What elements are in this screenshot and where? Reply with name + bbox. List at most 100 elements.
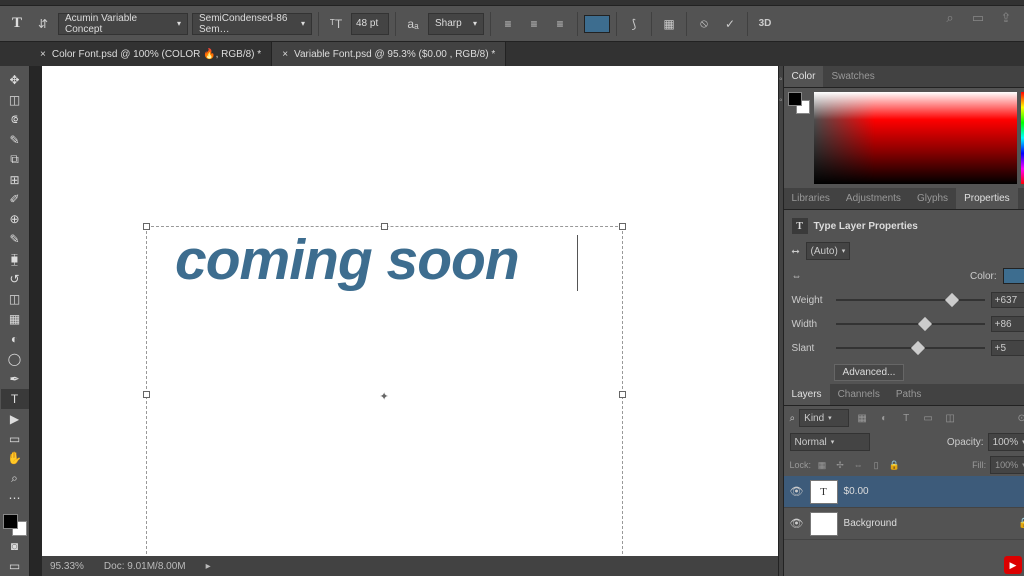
layer-name[interactable]: $0.00 bbox=[844, 486, 869, 497]
advanced-button[interactable]: Advanced... bbox=[834, 364, 905, 381]
commit-button[interactable]: ✓ bbox=[719, 13, 741, 35]
slant-slider[interactable] bbox=[836, 347, 985, 349]
quick-mask-tool[interactable]: ◙ bbox=[1, 536, 29, 556]
tab-glyphs[interactable]: Glyphs bbox=[909, 188, 956, 209]
brush-tool[interactable]: ✎ bbox=[1, 229, 29, 249]
align-center-button[interactable]: ≡ bbox=[523, 13, 545, 35]
filter-smart-icon[interactable]: ◫ bbox=[941, 409, 959, 427]
tab-libraries[interactable]: Libraries bbox=[784, 188, 838, 209]
search-icon[interactable]: ⌕ bbox=[940, 8, 960, 28]
document-tab[interactable]: × Color Font.psd @ 100% (COLOR 🔥, RGB/8)… bbox=[30, 42, 272, 66]
panel-menu-icon[interactable]: ≡ bbox=[1018, 388, 1024, 402]
tab-swatches[interactable]: Swatches bbox=[823, 66, 882, 87]
layer-thumbnail[interactable] bbox=[810, 512, 838, 536]
panel-menu-icon[interactable]: ≡ bbox=[1018, 70, 1024, 84]
zoom-level[interactable]: 95.33% bbox=[50, 561, 84, 572]
blur-tool[interactable]: ◐ bbox=[1, 329, 29, 349]
cancel-button[interactable]: ⦸ bbox=[693, 13, 715, 35]
eyedropper-tool[interactable]: ✐ bbox=[1, 190, 29, 210]
visibility-toggle[interactable]: 👁 bbox=[790, 485, 804, 498]
tab-properties[interactable]: Properties bbox=[956, 188, 1018, 209]
move-tool[interactable]: ✥ bbox=[1, 70, 29, 90]
fill-input[interactable]: 100% bbox=[990, 456, 1024, 474]
lasso-tool[interactable]: ⟃ bbox=[1, 110, 29, 130]
anti-alias-dropdown[interactable]: Sharp bbox=[428, 13, 484, 35]
document-canvas[interactable]: ✦ coming soon bbox=[42, 66, 778, 556]
tab-adjustments[interactable]: Adjustments bbox=[838, 188, 909, 209]
color-picker-field[interactable] bbox=[814, 92, 1017, 184]
hand-tool[interactable]: ✋ bbox=[1, 449, 29, 469]
font-family-dropdown[interactable]: Acumin Variable Concept bbox=[58, 13, 188, 35]
tab-paths[interactable]: Paths bbox=[888, 384, 930, 405]
warp-text-button[interactable]: ⟆ bbox=[623, 13, 645, 35]
crop-tool[interactable]: ⧉ bbox=[1, 150, 29, 170]
three-d-button[interactable]: 3D bbox=[754, 13, 776, 35]
arrange-icon[interactable]: ▭ bbox=[968, 8, 988, 28]
visibility-toggle[interactable]: 👁 bbox=[790, 517, 804, 530]
resize-handle[interactable] bbox=[143, 391, 150, 398]
lock-all-icon[interactable]: ▦ bbox=[815, 458, 829, 472]
tab-layers[interactable]: Layers bbox=[784, 384, 830, 405]
path-select-tool[interactable]: ▶ bbox=[1, 409, 29, 429]
eraser-tool[interactable]: ◫ bbox=[1, 289, 29, 309]
fg-bg-mini-swatch[interactable] bbox=[788, 92, 810, 114]
filter-kind-dropdown[interactable]: Kind bbox=[799, 409, 849, 427]
canvas-text[interactable]: coming soon bbox=[175, 227, 519, 293]
weight-slider[interactable] bbox=[836, 299, 985, 301]
healing-tool[interactable]: ⊕ bbox=[1, 209, 29, 229]
share-icon[interactable]: ⇪ bbox=[996, 8, 1016, 28]
text-color-swatch[interactable] bbox=[584, 15, 610, 33]
filter-adjust-icon[interactable]: ◐ bbox=[875, 409, 893, 427]
clone-tool[interactable]: ⧯ bbox=[1, 249, 29, 269]
type-orientation-button[interactable]: ⇵ bbox=[32, 13, 54, 35]
pen-tool[interactable]: ✒ bbox=[1, 369, 29, 389]
quick-select-tool[interactable]: ✎ bbox=[1, 130, 29, 150]
layer-row[interactable]: 👁 T $0.00 bbox=[784, 476, 1024, 508]
lock-icon[interactable]: 🔒 bbox=[887, 458, 901, 472]
shape-tool[interactable]: ▭ bbox=[1, 429, 29, 449]
leading-dropdown[interactable]: (Auto) bbox=[806, 242, 851, 260]
blend-mode-dropdown[interactable]: Normal bbox=[790, 433, 870, 451]
tab-color[interactable]: Color bbox=[784, 66, 824, 87]
filter-toggle[interactable]: ⊙ bbox=[1013, 409, 1024, 427]
edit-toolbar[interactable]: ⋯ bbox=[1, 488, 29, 508]
weight-value[interactable]: +637 bbox=[991, 292, 1024, 308]
layer-name[interactable]: Background bbox=[844, 518, 897, 529]
font-style-dropdown[interactable]: SemiCondensed-86 Sem… bbox=[192, 13, 312, 35]
frame-tool[interactable]: ⊞ bbox=[1, 170, 29, 190]
strip-icon[interactable]: ◦ bbox=[779, 74, 783, 85]
filter-type-icon[interactable]: T bbox=[897, 409, 915, 427]
resize-handle[interactable] bbox=[143, 223, 150, 230]
layer-row[interactable]: 👁 Background 🔒 bbox=[784, 508, 1024, 540]
resize-handle[interactable] bbox=[619, 391, 626, 398]
document-tab[interactable]: × Variable Font.psd @ 95.3% ($0.00 , RGB… bbox=[272, 42, 506, 66]
filter-pixel-icon[interactable]: ▦ bbox=[853, 409, 871, 427]
slant-value[interactable]: +5 bbox=[991, 340, 1024, 356]
gradient-tool[interactable]: ▦ bbox=[1, 309, 29, 329]
dodge-tool[interactable]: ◯ bbox=[1, 349, 29, 369]
character-panel-button[interactable]: ▦ bbox=[658, 13, 680, 35]
youtube-badge-icon[interactable]: ▶ bbox=[1004, 556, 1022, 574]
lock-position-icon[interactable]: ✢ bbox=[833, 458, 847, 472]
tab-channels[interactable]: Channels bbox=[830, 384, 888, 405]
opacity-input[interactable]: 100% bbox=[988, 433, 1024, 451]
doc-info[interactable]: Doc: 9.01M/8.00M bbox=[104, 561, 186, 572]
screen-mode-tool[interactable]: ▭ bbox=[1, 556, 29, 576]
type-tool[interactable]: T bbox=[1, 389, 29, 409]
font-size-input[interactable] bbox=[351, 13, 389, 35]
history-brush-tool[interactable]: ↺ bbox=[1, 269, 29, 289]
strip-icon[interactable]: ◦ bbox=[779, 95, 783, 106]
resize-handle[interactable] bbox=[619, 223, 626, 230]
marquee-tool[interactable]: ◫ bbox=[1, 90, 29, 110]
text-bounding-box[interactable]: ✦ coming soon bbox=[146, 226, 623, 564]
foreground-background-swatch[interactable] bbox=[3, 514, 27, 536]
hue-slider[interactable] bbox=[1021, 92, 1024, 184]
lock-artboard-icon[interactable]: ▯ bbox=[869, 458, 883, 472]
panel-menu-icon[interactable]: ≡ bbox=[1018, 192, 1024, 206]
type-color-swatch[interactable] bbox=[1003, 268, 1024, 284]
lock-pixels-icon[interactable]: ⇔ bbox=[851, 458, 865, 472]
zoom-tool[interactable]: ⌕ bbox=[1, 468, 29, 488]
status-arrow-icon[interactable]: ▸ bbox=[206, 561, 211, 572]
width-value[interactable]: +86 bbox=[991, 316, 1024, 332]
layer-thumbnail[interactable]: T bbox=[810, 480, 838, 504]
